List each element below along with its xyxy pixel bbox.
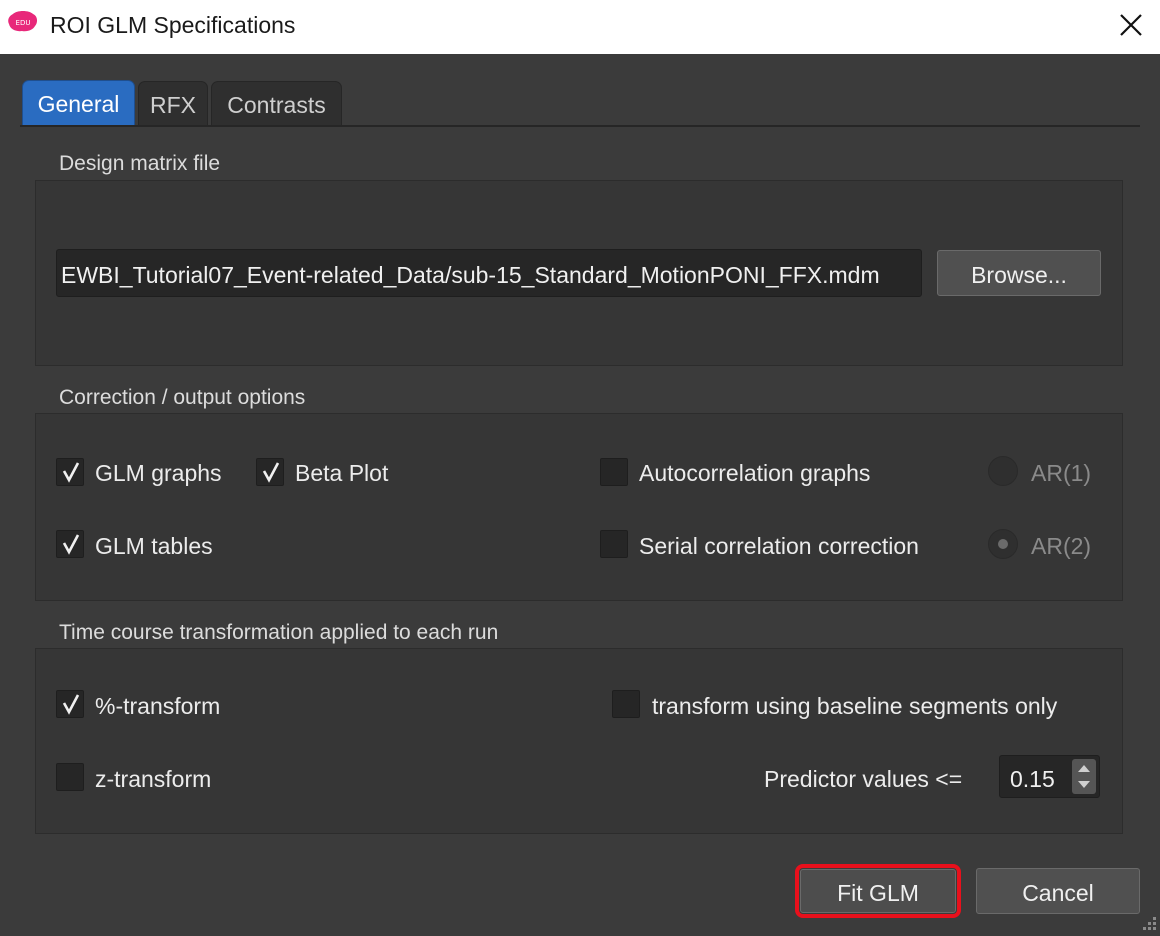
radio-selected-dot	[998, 539, 1008, 549]
correction-group	[35, 413, 1123, 601]
baseline-segments-label: transform using baseline segments only	[652, 693, 1058, 719]
design-matrix-group-label: Design matrix file	[59, 152, 221, 175]
glm-graphs-checkbox[interactable]	[56, 458, 84, 486]
predictor-value-spinbox[interactable]: 0.15	[999, 755, 1100, 798]
fit-glm-button[interactable]: Fit GLM	[800, 869, 956, 913]
checkmark-icon	[62, 694, 80, 715]
ar1-label: AR(1)	[1031, 460, 1092, 486]
svg-text:EDU: EDU	[16, 19, 31, 27]
resize-grip-icon[interactable]	[1136, 912, 1158, 934]
tab-general[interactable]: General	[22, 80, 135, 125]
timecourse-group	[35, 648, 1123, 834]
glm-tables-label: GLM tables	[95, 533, 213, 559]
correction-group-label: Correction / output options	[59, 386, 306, 409]
beta-plot-checkbox[interactable]	[256, 458, 284, 486]
tab-rfx-label: RFX	[150, 92, 196, 118]
percent-transform-label: %-transform	[95, 693, 221, 719]
percent-transform-checkbox[interactable]	[56, 690, 84, 718]
chevron-down-icon[interactable]	[1076, 779, 1092, 791]
spin-arrows[interactable]	[1072, 759, 1096, 794]
browse-button[interactable]: Browse...	[937, 250, 1101, 296]
tab-rfx[interactable]: RFX	[138, 81, 208, 127]
cancel-button[interactable]: Cancel	[976, 868, 1140, 914]
ar2-radio[interactable]	[988, 529, 1018, 559]
tab-general-label: General	[37, 91, 120, 117]
predictor-value: 0.15	[1010, 766, 1055, 792]
checkmark-icon	[62, 534, 80, 555]
predictor-values-label: Predictor values <=	[764, 766, 963, 792]
baseline-segments-checkbox[interactable]	[612, 690, 640, 718]
title-bar: EDU ROI GLM Specifications	[0, 0, 1160, 54]
tab-contrasts[interactable]: Contrasts	[211, 81, 342, 127]
design-matrix-path-field[interactable]: EWBI_Tutorial07_Event-related_Data/sub-1…	[56, 249, 922, 297]
close-icon[interactable]	[1118, 12, 1144, 38]
ar1-radio[interactable]	[988, 456, 1018, 486]
timecourse-group-label: Time course transformation applied to ea…	[59, 621, 499, 644]
chevron-up-icon[interactable]	[1076, 762, 1092, 774]
autocorrelation-checkbox[interactable]	[600, 458, 628, 486]
edu-brain-icon: EDU	[8, 11, 38, 32]
serial-correction-checkbox[interactable]	[600, 530, 628, 558]
checkmark-icon	[62, 462, 80, 483]
tab-contrasts-label: Contrasts	[227, 92, 326, 118]
tab-divider	[20, 125, 1140, 127]
serial-correction-label: Serial correlation correction	[639, 533, 919, 559]
glm-graphs-label: GLM graphs	[95, 460, 222, 486]
window-title: ROI GLM Specifications	[50, 12, 296, 38]
z-transform-label: z-transform	[95, 766, 212, 792]
autocorrelation-label: Autocorrelation graphs	[639, 460, 871, 486]
glm-tables-checkbox[interactable]	[56, 530, 84, 558]
beta-plot-label: Beta Plot	[295, 460, 389, 486]
checkmark-icon	[262, 462, 280, 483]
ar2-label: AR(2)	[1031, 533, 1092, 559]
z-transform-checkbox[interactable]	[56, 763, 84, 791]
